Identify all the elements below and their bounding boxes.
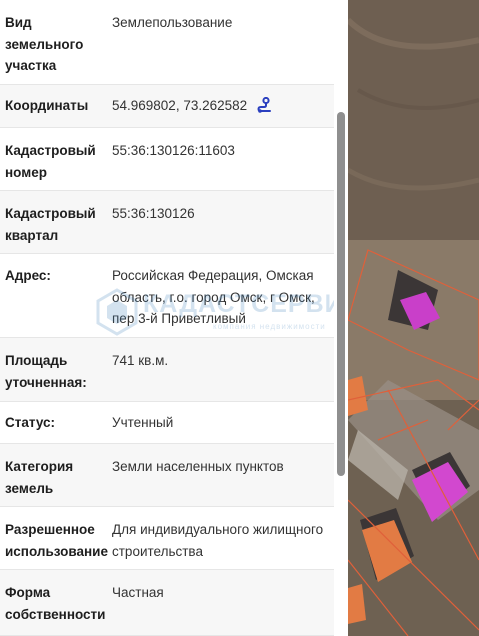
map-route-icon[interactable] [256, 96, 272, 120]
row-ownership: Форма собственности Частная [0, 570, 334, 636]
area-label: Площадь уточненная: [5, 353, 87, 390]
map-imagery [348, 0, 479, 636]
ownership-value: Частная [112, 585, 164, 600]
status-value: Учтенный [112, 415, 174, 430]
land-type-value: Землепользование [112, 15, 233, 30]
row-cadastral-number: Кадастровый номер 55:36:130126:11603 [0, 128, 334, 191]
permitted-use-value: Для индивидуального жилищного строительс… [112, 522, 324, 559]
status-label: Статус: [5, 415, 55, 430]
panel-scrollbar[interactable] [334, 0, 348, 636]
permitted-use-label: Разрешенное использование [5, 522, 108, 559]
address-label: Адрес: [5, 268, 51, 283]
parcel-info-panel: Вид земельного участка Землепользование … [0, 0, 334, 636]
land-category-value: Земли населенных пунктов [112, 459, 284, 474]
row-cadastral-quarter: Кадастровый квартал 55:36:130126 [0, 191, 334, 254]
row-land-type: Вид земельного участка Землепользование [0, 0, 334, 85]
row-coordinates: Координаты 54.969802, 73.262582 [0, 85, 334, 128]
cadastral-quarter-label: Кадастровый квартал [5, 206, 96, 243]
row-address: Адрес: Российская Федерация, Омская обла… [0, 254, 334, 338]
coordinates-cell: 54.969802, 73.262582 [108, 95, 334, 127]
coordinates-value: 54.969802, 73.262582 [112, 98, 248, 113]
ownership-label: Форма собственности [5, 585, 106, 622]
address-value: Российская Федерация, Омская область, г.… [112, 268, 315, 326]
cadastral-number-value: 55:36:130126:11603 [112, 143, 235, 158]
row-status: Статус: Учтенный [0, 402, 334, 444]
area-value: 741 кв.м. [112, 353, 169, 368]
cadastral-number-label: Кадастровый номер [5, 143, 96, 180]
land-category-label: Категория земель [5, 459, 74, 496]
cadastral-quarter-value: 55:36:130126 [112, 206, 195, 221]
scrollbar-thumb[interactable] [337, 112, 345, 476]
land-type-label: Вид земельного участка [5, 15, 84, 73]
row-permitted-use: Разрешенное использование Для индивидуал… [0, 507, 334, 570]
coordinates-label: Координаты [5, 98, 89, 113]
row-land-category: Категория земель Земли населенных пункто… [0, 444, 334, 507]
satellite-map[interactable] [348, 0, 479, 636]
row-area: Площадь уточненная: 741 кв.м. [0, 338, 334, 402]
